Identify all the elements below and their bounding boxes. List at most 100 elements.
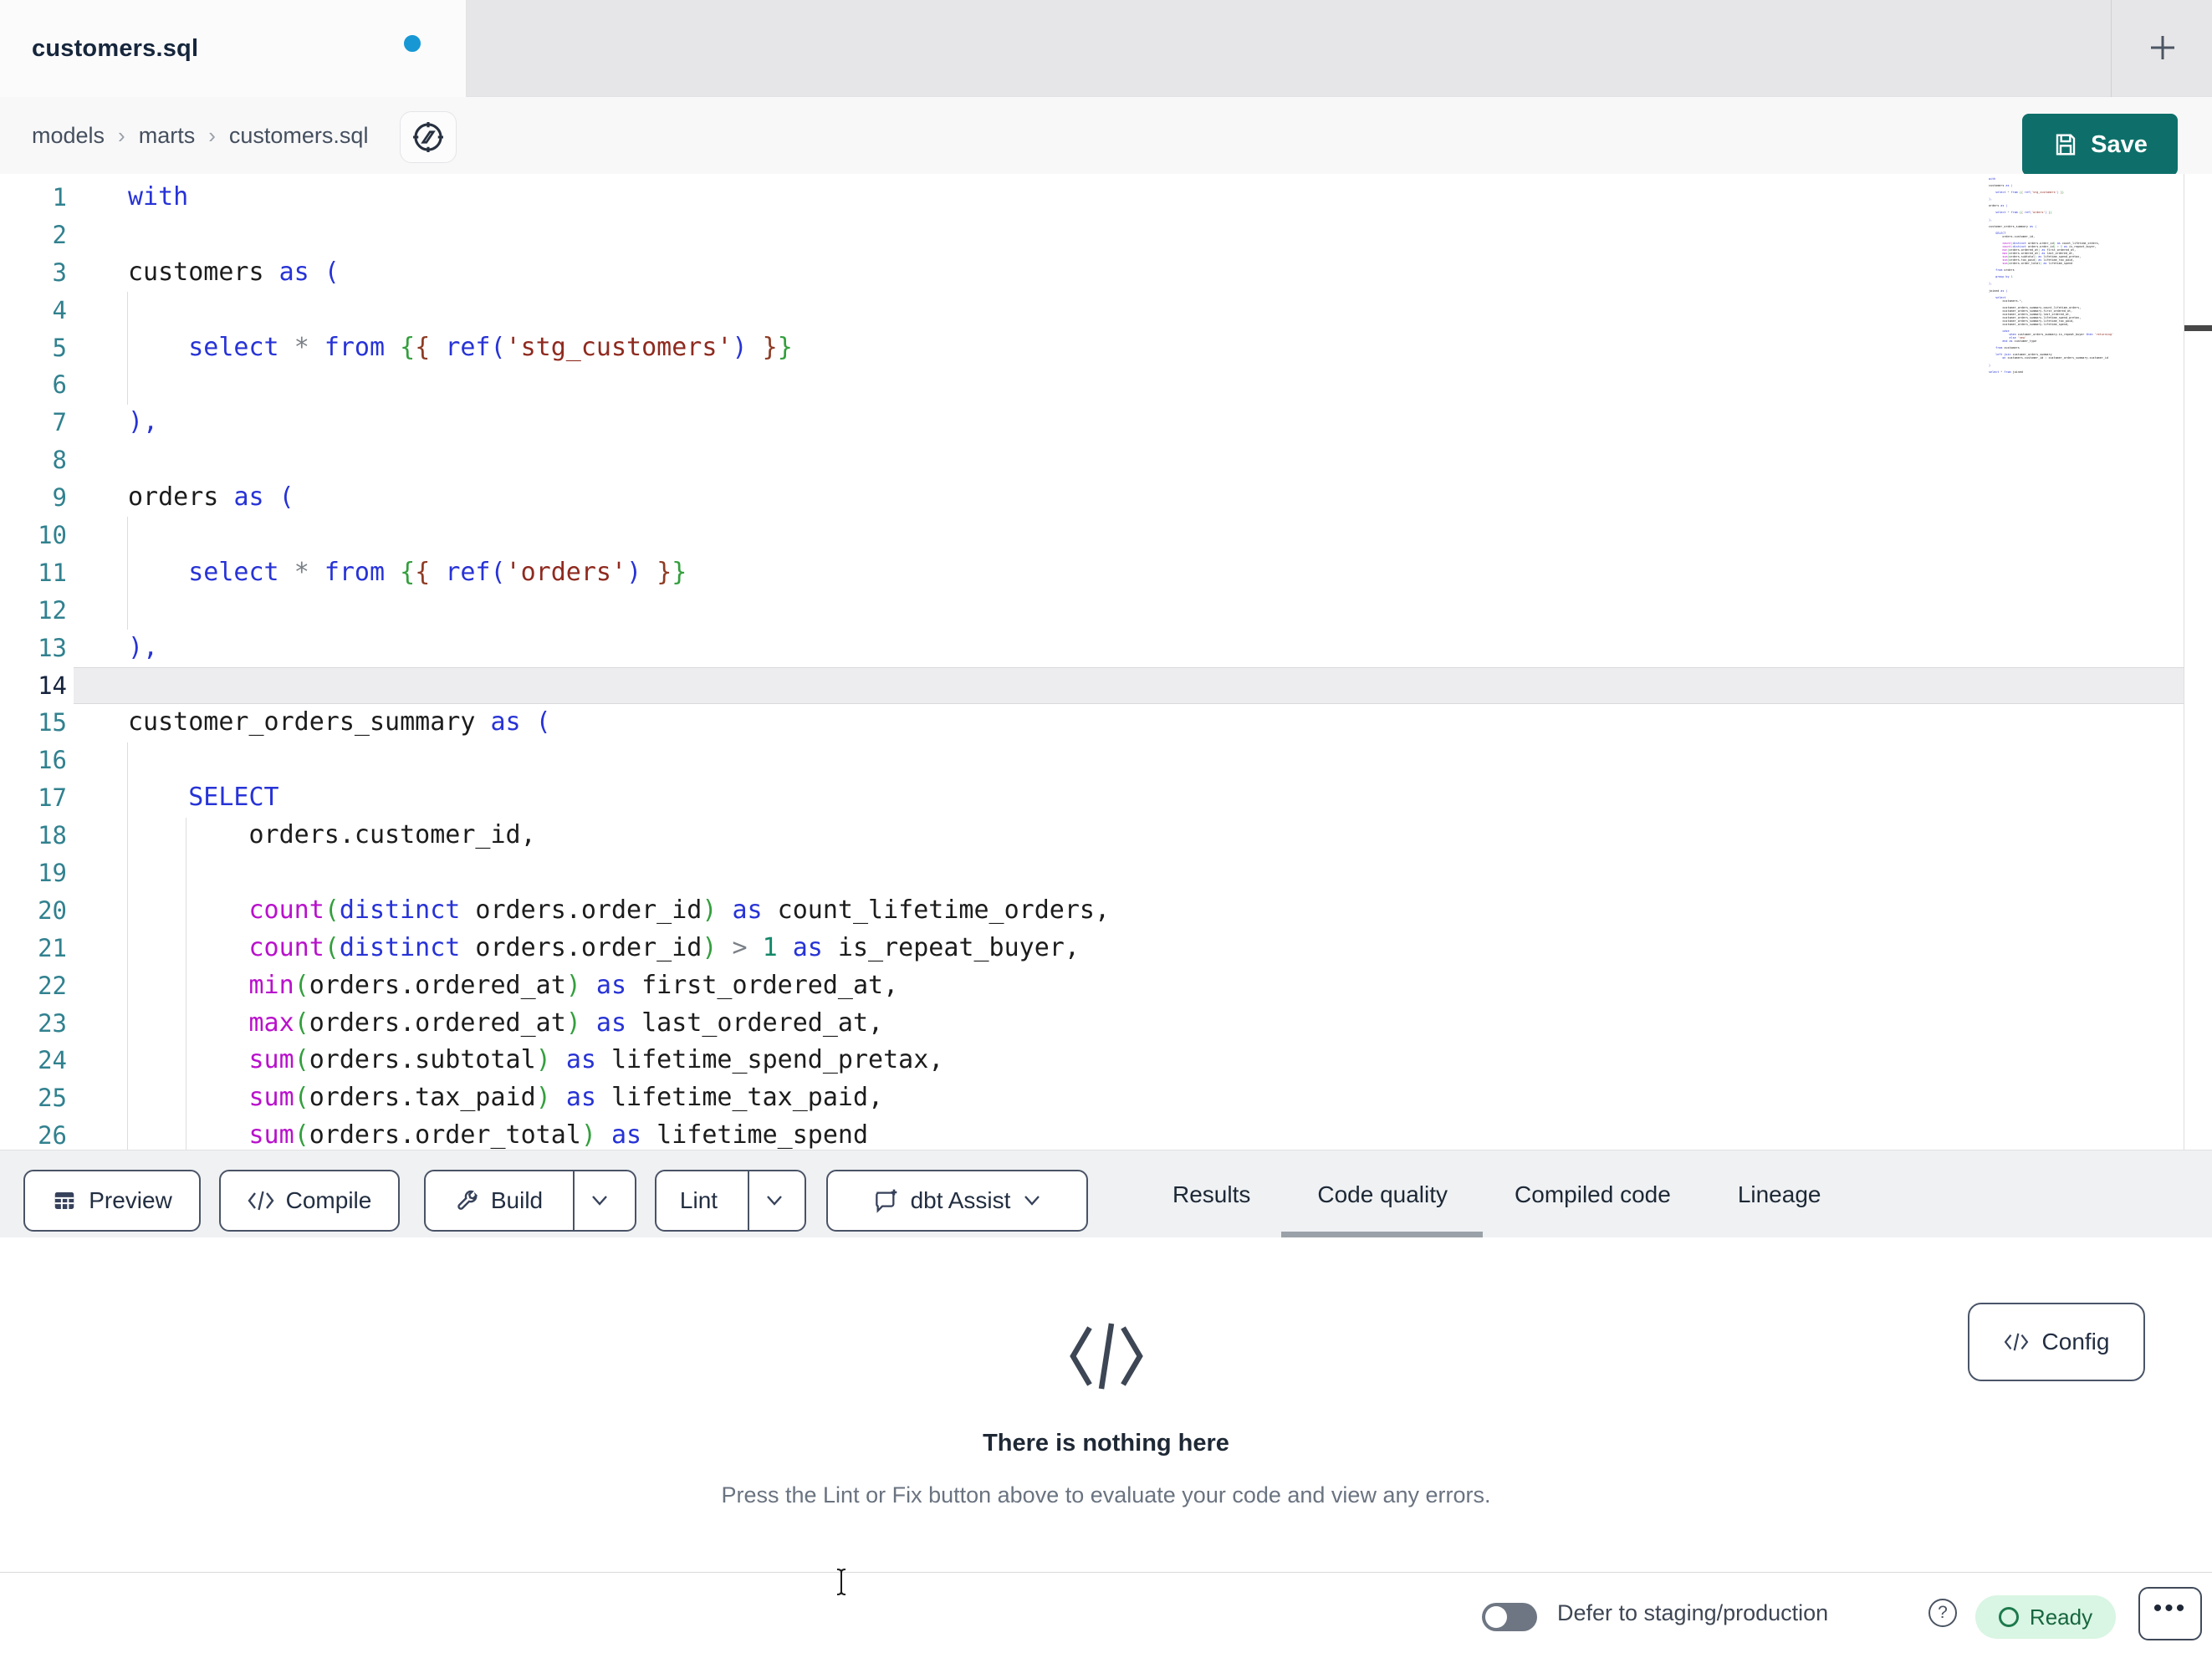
code-token: joined	[2010, 370, 2023, 374]
code-token: customer_orders_summary	[128, 707, 491, 737]
code-line-21[interactable]: 21 count(distinct orders.order_id) > 1 a…	[0, 930, 2212, 967]
defer-toggle[interactable]	[1482, 1603, 1537, 1631]
code-token: customer_orders_summary	[1989, 224, 2030, 228]
code-line-18[interactable]: 18 orders.customer_id,	[0, 817, 2212, 855]
code-line-9[interactable]: 9 orders as (	[0, 479, 2212, 517]
code-token: as (	[2005, 184, 2013, 188]
code-token: select	[188, 332, 279, 362]
code-token: orders	[1989, 204, 2001, 208]
code-token: customer_orders_summary.lifetime_spend,	[1989, 323, 2069, 327]
breadcrumb-item-models[interactable]: models	[32, 123, 105, 149]
code-token: lifetime_tax_paid,	[595, 1083, 884, 1113]
build-button-label: Build	[490, 1187, 544, 1213]
tab-bar-divider	[2111, 0, 2112, 97]
code-line-text: count(distinct orders.order_id) > 1 as i…	[128, 930, 1080, 967]
build-dropdown-button[interactable]	[573, 1171, 625, 1230]
code-token: joined	[1989, 288, 2001, 293]
lint-dropdown-button[interactable]	[748, 1171, 799, 1230]
tab-compiled-code[interactable]: Compiled code	[1515, 1150, 1671, 1238]
code-line-15[interactable]: 15 customer_orders_summary as (	[0, 704, 2212, 742]
code-token: select	[1995, 191, 2006, 195]
code-line-25[interactable]: 25 sum(orders.tax_paid) as lifetime_tax_…	[0, 1079, 2212, 1117]
line-number: 17	[38, 783, 67, 813]
code-line-19[interactable]: 19	[0, 855, 2212, 892]
code-token: select	[188, 557, 279, 587]
code-token: customers	[128, 257, 279, 287]
code-line-3[interactable]: 3 customers as (	[0, 254, 2212, 292]
code-token: ref(	[2024, 211, 2032, 215]
code-token: as (	[278, 257, 340, 287]
code-token: then	[2086, 333, 2093, 337]
ellipsis-icon: •••	[2153, 1594, 2188, 1622]
compile-button[interactable]: Compile	[219, 1170, 400, 1232]
code-token: max	[248, 1008, 294, 1038]
code-line-6[interactable]: 6	[0, 366, 2212, 404]
lint-button[interactable]: Lint	[655, 1170, 806, 1232]
save-button[interactable]: Save	[2022, 114, 2178, 176]
dbt-assist-button[interactable]: dbt Assist	[826, 1170, 1088, 1232]
breadcrumb-item-marts[interactable]: marts	[139, 123, 196, 149]
code-line-8[interactable]: 8	[0, 441, 2212, 479]
line-number: 22	[38, 971, 67, 1000]
code-token: as (	[233, 482, 294, 513]
code-token: ,	[2020, 298, 2023, 303]
code-line-1[interactable]: 1 with	[0, 179, 2212, 217]
code-token: orders.ordered_at	[309, 1008, 566, 1038]
line-number: 5	[52, 333, 67, 362]
code-token: >	[732, 932, 748, 962]
code-token: from	[2010, 191, 2018, 195]
code-line-4[interactable]: 4	[0, 292, 2212, 329]
build-button[interactable]: Build	[424, 1170, 636, 1232]
more-options-button[interactable]: •••	[2138, 1587, 2202, 1640]
code-token: ref(	[445, 557, 506, 587]
preview-button[interactable]: Preview	[23, 1170, 201, 1232]
navigate-file-button[interactable]	[400, 111, 457, 163]
code-token: group by	[1995, 275, 2010, 279]
code-line-text: ),	[128, 630, 158, 667]
minimap[interactable]: with customers as ( select * from {{ ref(…	[1989, 177, 2178, 378]
code-token: orders	[2002, 268, 2015, 273]
code-token: {	[415, 332, 431, 362]
code-token: lifetime_spend_pretax,	[595, 1045, 944, 1075]
editor-toolbar: Preview Compile Build Lint dbt Assist Re…	[0, 1150, 2212, 1238]
code-line-20[interactable]: 20 count(distinct orders.order_id) as co…	[0, 892, 2212, 930]
code-line-26[interactable]: 26 sum(orders.order_total) as lifetime_s…	[0, 1117, 2212, 1150]
code-token: customers	[1989, 184, 2006, 188]
code-line-23[interactable]: 23 max(orders.ordered_at) as last_ordere…	[0, 1005, 2212, 1043]
new-tab-button[interactable]	[2135, 20, 2190, 75]
tab-results[interactable]: Results	[1172, 1150, 1250, 1238]
code-token: ref(	[2024, 191, 2032, 195]
code-line-16[interactable]: 16	[0, 742, 2212, 779]
help-icon[interactable]: ?	[1928, 1599, 1957, 1627]
code-line-14[interactable]: 14	[0, 666, 2212, 705]
file-tab-customers-sql[interactable]: customers.sql	[0, 0, 467, 97]
code-line-22[interactable]: 22 min(orders.ordered_at) as first_order…	[0, 967, 2212, 1005]
code-line-13[interactable]: 13),	[0, 630, 2212, 667]
code-line-24[interactable]: 24 sum(orders.subtotal) as lifetime_spen…	[0, 1042, 2212, 1079]
tab-code-quality[interactable]: Code quality	[1281, 1150, 1484, 1238]
tab-label: Results	[1172, 1181, 1251, 1207]
chevron-down-icon	[592, 1196, 608, 1206]
code-line-5[interactable]: 5 select * from {{ ref('stg_customers') …	[0, 329, 2212, 367]
code-token: SELECT	[188, 783, 279, 813]
code-line-17[interactable]: 17 SELECT	[0, 779, 2212, 817]
code-token: )	[702, 932, 718, 962]
code-line-7[interactable]: 7),	[0, 404, 2212, 441]
scrollbar-marker[interactable]	[2184, 325, 2212, 331]
code-line-11[interactable]: 11 select * from {{ ref('orders') }}	[0, 554, 2212, 592]
sql-code-editor[interactable]: 1 with 2 3 customers as ( 4 5 select * from {{…	[0, 174, 2212, 1150]
dbt-assist-button-label: dbt Assist	[910, 1187, 1011, 1213]
tab-lineage[interactable]: Lineage	[1738, 1150, 1821, 1238]
code-line-12[interactable]: 12	[0, 592, 2212, 630]
code-token: as	[565, 1083, 596, 1113]
code-token: with	[1989, 177, 1996, 181]
code-line-10[interactable]: 10	[0, 517, 2212, 554]
line-number: 3	[52, 258, 67, 287]
code-line-2[interactable]: 2	[0, 217, 2212, 254]
